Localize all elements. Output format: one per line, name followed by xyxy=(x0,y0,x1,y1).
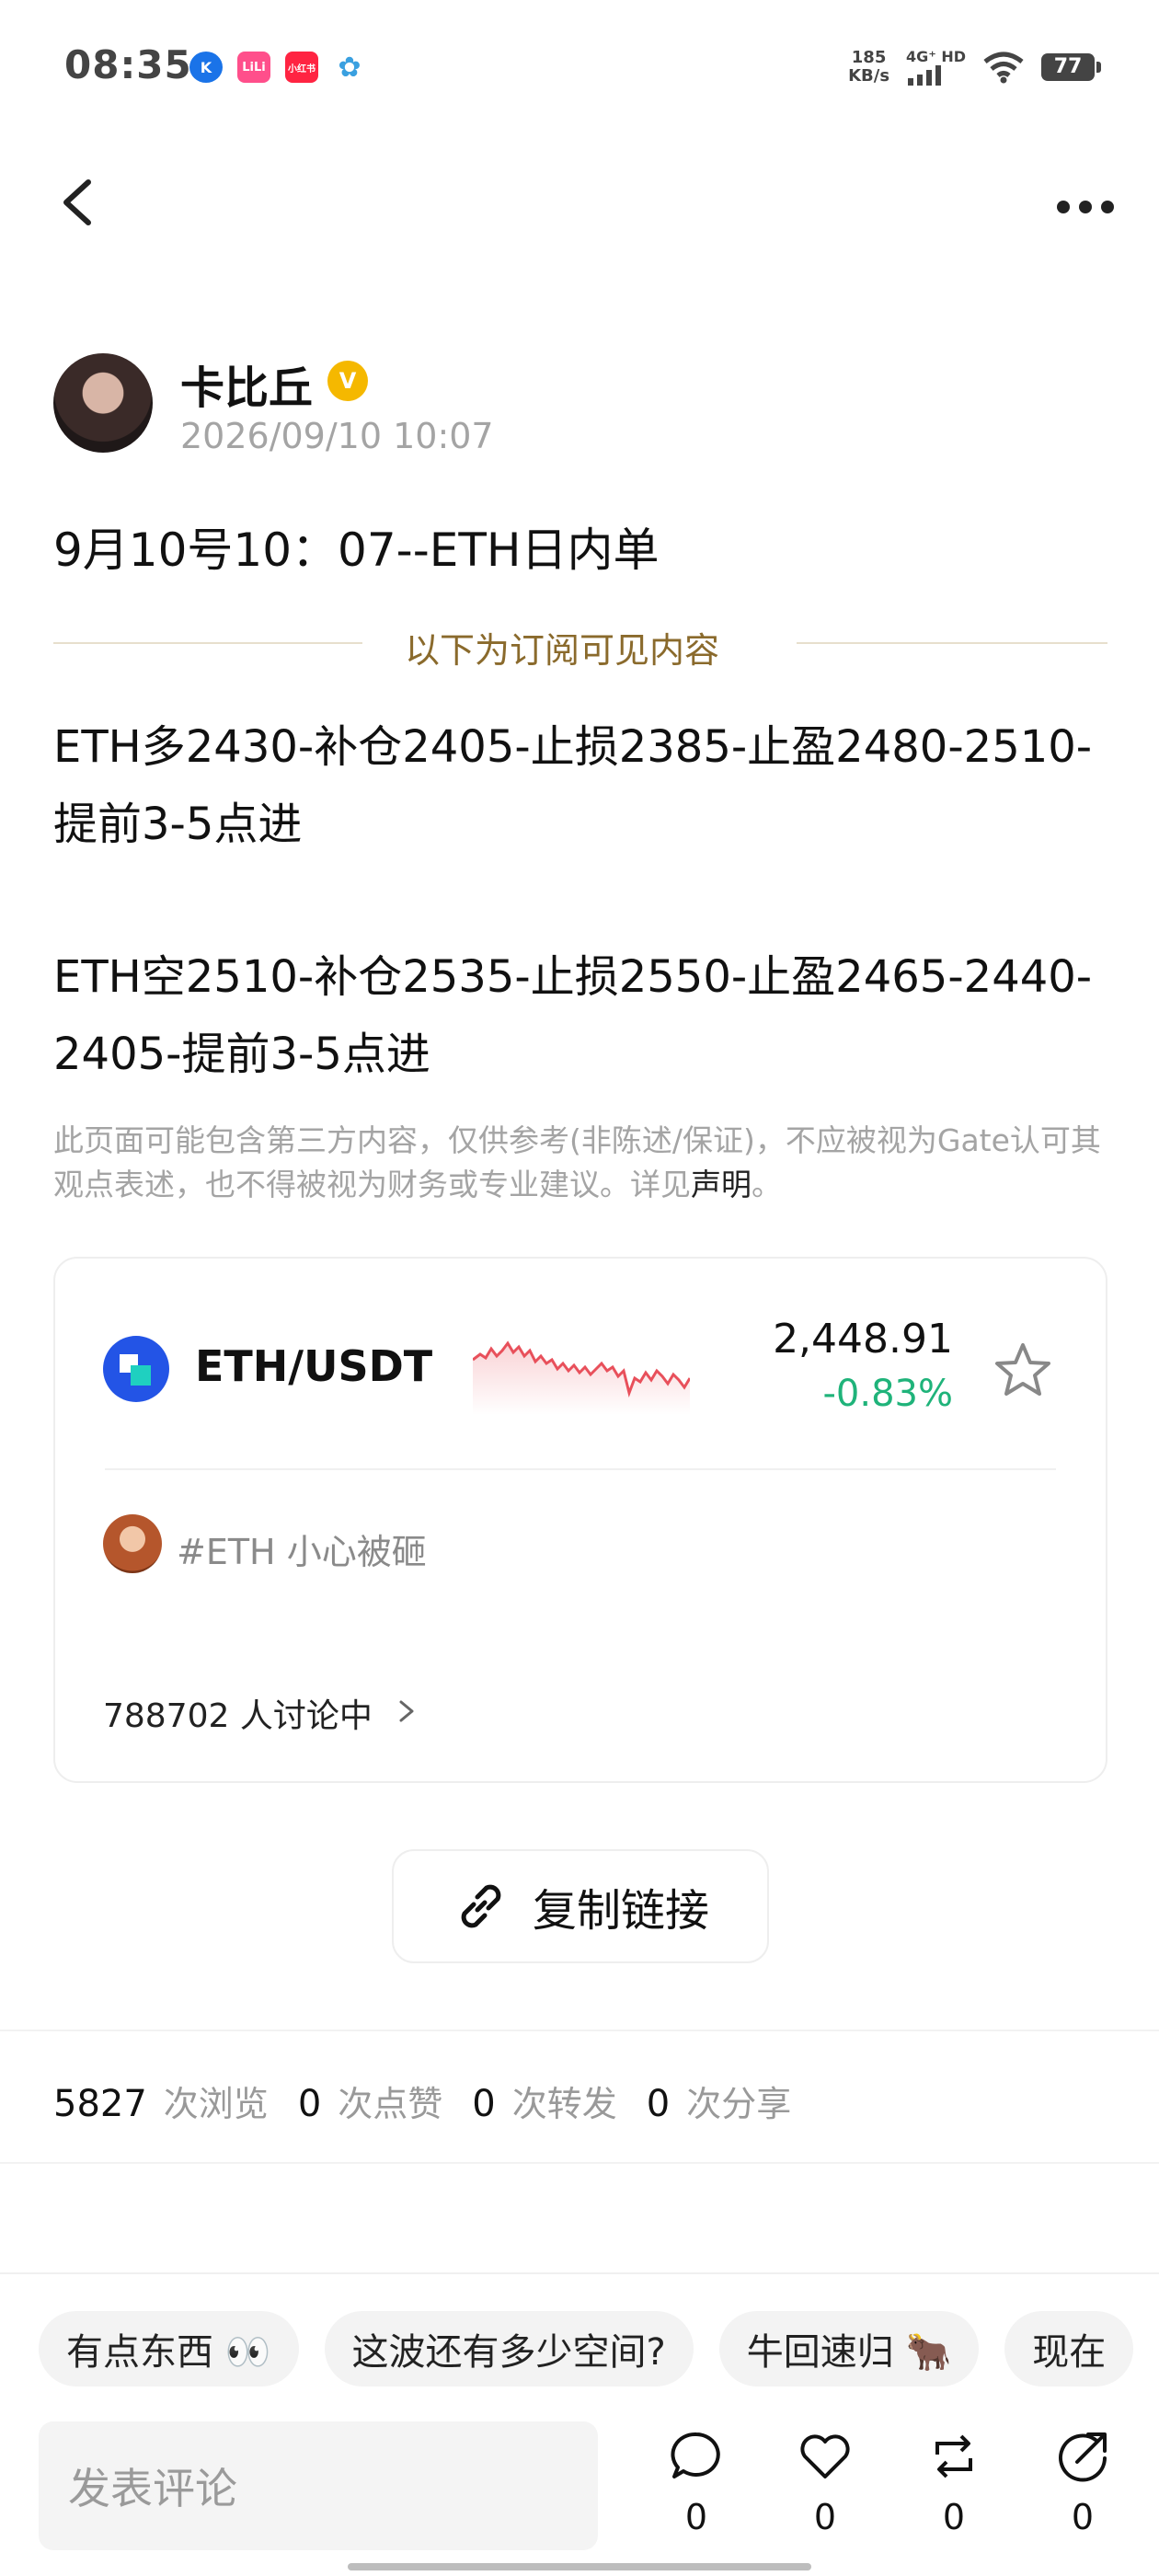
reposts-count: 0 xyxy=(472,2083,496,2125)
status-indicators: 185 KB/s 4G⁺ HD 77 xyxy=(848,47,1101,86)
card-divider xyxy=(105,1468,1056,1470)
post-paragraph: ETH空2510-补仓2535-止损2550-止盈2465-2440-2405-… xyxy=(53,951,1093,1080)
views-label: 次浏览 xyxy=(163,2084,269,2124)
more-horizontal-icon[interactable] xyxy=(1049,179,1122,235)
shares-label: 次分享 xyxy=(686,2084,792,2124)
repost-icon xyxy=(935,2434,972,2478)
heart-icon xyxy=(800,2434,850,2478)
chat-app-icon: LiLi xyxy=(237,52,270,83)
price-value: 2,448.91 xyxy=(773,1316,953,1363)
disclaimer: 此页面可能包含第三方内容，仅供参考(非陈述/保证)，不应被视为Gate认可其观点… xyxy=(53,1122,1101,1202)
k-app-icon: K xyxy=(189,52,223,83)
post-timestamp: 2026/09/10 10:07 xyxy=(180,416,494,456)
price-sparkline xyxy=(473,1340,690,1415)
author-avatar[interactable] xyxy=(53,353,153,453)
reposts-label: 次转发 xyxy=(511,2084,617,2124)
like-button[interactable]: 0 xyxy=(784,2427,866,2537)
disclaimer-link[interactable]: 声明 xyxy=(691,1167,752,1202)
share-count: 0 xyxy=(1071,2497,1095,2537)
status-time: 08:35 xyxy=(64,42,192,87)
star-icon[interactable] xyxy=(990,1338,1056,1404)
views-count: 5827 xyxy=(53,2083,147,2125)
repost-button[interactable]: 0 xyxy=(912,2427,995,2537)
copy-link-label: 复制链接 xyxy=(532,1885,709,1937)
quick-reply-chip[interactable]: 牛回速归 🐂 xyxy=(718,2311,980,2386)
comment-button[interactable]: 0 xyxy=(655,2427,738,2537)
link-icon xyxy=(461,1884,501,1928)
status-app-icons: K LiLi 小红书 ✿ xyxy=(189,52,366,84)
comment-count: 0 xyxy=(684,2497,708,2537)
trading-pair[interactable]: ETH/USDT xyxy=(195,1341,432,1391)
bottom-bar-divider xyxy=(0,2272,1159,2274)
likes-label: 次点赞 xyxy=(338,2084,443,2124)
network-speed: 185 KB/s xyxy=(848,47,890,86)
shares-count: 0 xyxy=(646,2083,671,2125)
subscribe-divider-left xyxy=(53,642,362,644)
quick-reply-chip[interactable]: 有点东西 👀 xyxy=(39,2311,299,2386)
chevron-left-icon[interactable] xyxy=(52,175,107,230)
post-stats: 5827 次浏览 0 次点赞 0 次转发 0 次分享 xyxy=(53,2076,820,2126)
home-indicator[interactable] xyxy=(348,2563,811,2570)
likes-count: 0 xyxy=(297,2083,322,2125)
price-change: -0.83% xyxy=(822,1373,953,1415)
flower-app-icon: ✿ xyxy=(333,52,366,84)
quick-reply-chip[interactable]: 现在 xyxy=(1004,2311,1134,2386)
stats-divider-top xyxy=(0,2030,1159,2031)
post-paragraph: ETH多2430-补仓2405-止损2385-止盈2480-2510-提前3-5… xyxy=(53,721,1093,850)
repost-count: 0 xyxy=(942,2497,966,2537)
copy-link-button[interactable]: 复制链接 xyxy=(392,1849,769,1963)
battery-icon: 77 xyxy=(1041,52,1101,81)
discussion-count[interactable]: 788702 人讨论中 xyxy=(103,1689,373,1737)
verified-badge-icon: V xyxy=(327,361,368,401)
author-name[interactable]: 卡比丘 xyxy=(180,351,313,416)
news-app-icon: 小红书 xyxy=(285,52,318,83)
comment-input[interactable]: 发表评论 xyxy=(39,2421,598,2550)
cell-signal-icon: 4G⁺ HD xyxy=(906,48,966,86)
quick-replies: 有点东西 👀 这波还有多少空间? 牛回速归 🐂 现在 xyxy=(39,2311,1159,2386)
post-title: 9月10号10：07--ETH日内单 xyxy=(53,523,660,577)
share-icon xyxy=(1059,2432,1107,2482)
comment-icon xyxy=(671,2432,720,2478)
quick-reply-chip[interactable]: 这波还有多少空间? xyxy=(324,2311,694,2386)
subscribe-divider-right xyxy=(797,642,1107,644)
subscribe-divider-label: 以下为订阅可见内容 xyxy=(405,630,720,671)
topic-avatar xyxy=(103,1514,162,1573)
share-button[interactable]: 0 xyxy=(1041,2427,1124,2537)
topic-tag[interactable]: #ETH 小心被砸 xyxy=(177,1524,427,1574)
chevron-right-icon[interactable] xyxy=(396,1695,418,1728)
like-count: 0 xyxy=(813,2497,837,2537)
gate-coin-icon xyxy=(103,1336,169,1402)
wifi-icon xyxy=(983,52,1024,83)
stats-divider-bottom xyxy=(0,2162,1159,2164)
